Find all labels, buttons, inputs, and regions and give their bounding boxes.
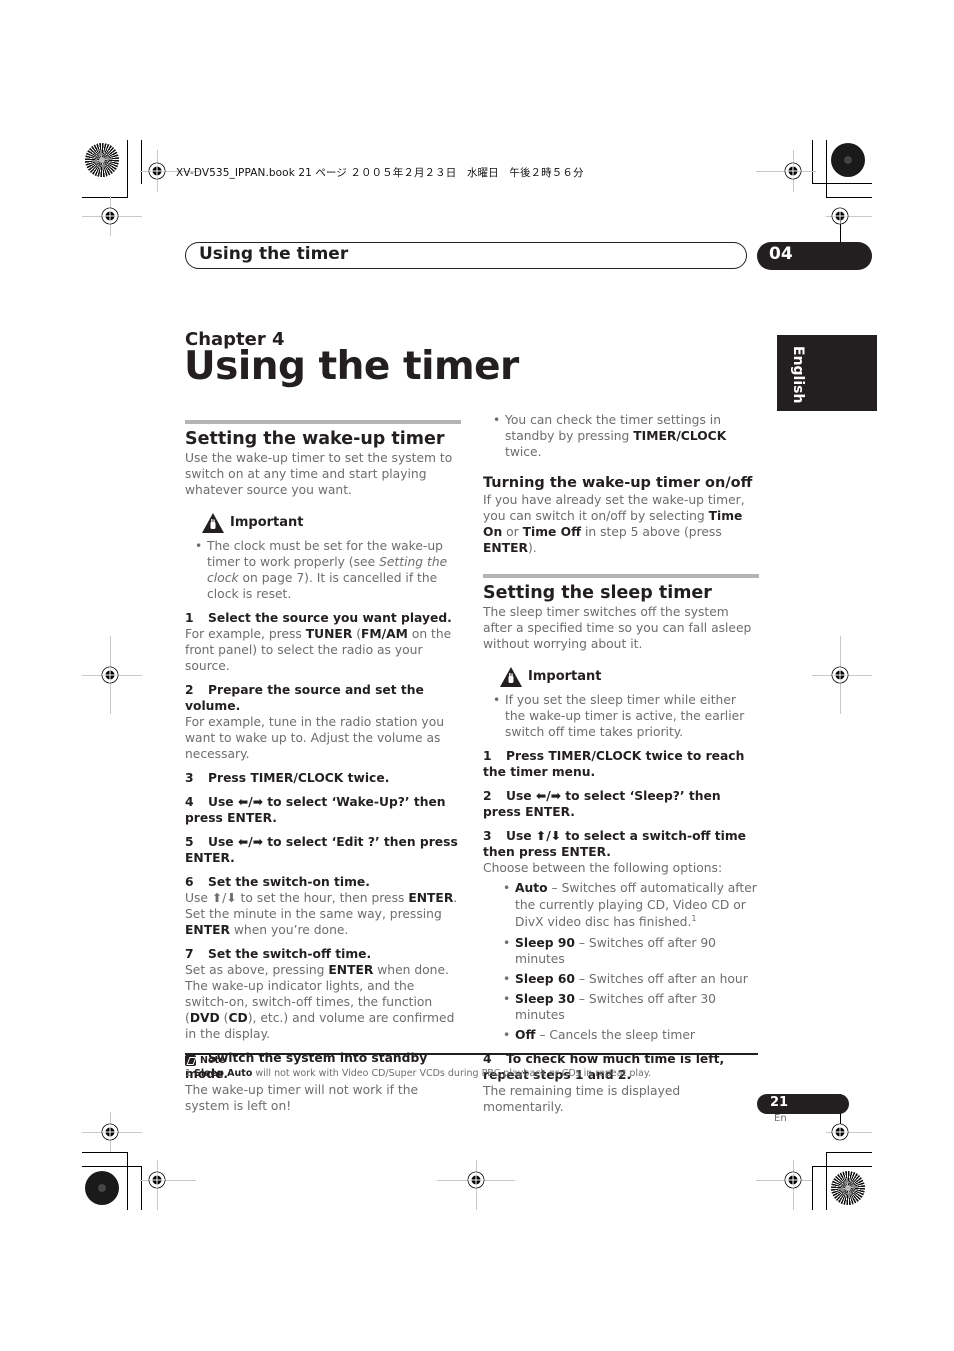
footnote-ref[interactable]: 1: [691, 914, 696, 923]
step-heading: 4 Use ⬅/➡ to select ‘Wake-Up?’ then press…: [185, 794, 461, 826]
step-heading: 6 Set the switch-on time.: [185, 874, 461, 890]
print-slug: XV-DV535_IPPAN.book 21 ページ ２００５年２月２３日 水曜…: [176, 167, 584, 179]
registration-target-icon: [831, 207, 849, 225]
step-body: The wake-up timer will not work if the s…: [185, 1083, 419, 1113]
check-settings-bullet: You can check the timer settings in stan…: [483, 412, 759, 460]
footnote-rule: [185, 1053, 758, 1055]
color-bar-radial-icon: [85, 143, 119, 177]
step-title: Select the source you want played.: [208, 611, 452, 625]
step-heading: 3 Use ⬆/⬇ to select a switch-off time the…: [483, 828, 759, 860]
right-column: You can check the timer settings in stan…: [483, 412, 759, 1115]
step-title: Press TIMER/CLOCK twice.: [208, 771, 390, 785]
step-title: Set the switch-on time.: [208, 875, 370, 889]
step-number: 6: [185, 875, 194, 889]
step-title: Prepare the source and set the volume.: [185, 683, 424, 713]
step-body: Choose between the following options:: [483, 861, 723, 875]
registration-target-icon: [101, 207, 119, 225]
left-column: Setting the wake-up timer Use the wake-u…: [185, 420, 461, 1114]
step-number: 5: [185, 835, 194, 849]
step-heading: 2 Use ⬅/➡ to select ‘Sleep?’ then press E…: [483, 788, 759, 820]
color-bar-radial-icon: [831, 143, 865, 177]
step-body: For example, press TUNER (FM/AM on the f…: [185, 627, 452, 673]
language-tab-label: English: [790, 346, 806, 404]
footnote-text: 1 Sleep Auto will not work with Video CD…: [185, 1068, 652, 1079]
sleep-option-60: Sleep 60 – Switches off after an hour: [493, 971, 759, 987]
step-title: Use ⬆/⬇ to select a switch-off time then…: [483, 829, 747, 859]
step-heading: 3 Press TIMER/CLOCK twice.: [185, 770, 461, 786]
step-body: The remaining time is displayed momentar…: [483, 1084, 681, 1114]
step-body: Set as above, pressing ENTER when done. …: [185, 963, 455, 1041]
step-body: For example, tune in the radio station y…: [185, 715, 445, 761]
step-heading: 5 Use ⬅/➡ to select ‘Edit ?’ then press E…: [185, 834, 461, 866]
step-title: Use ⬅/➡ to select ‘Edit ?’ then press EN…: [185, 835, 458, 865]
on-off-body: If you have already set the wake-up time…: [483, 493, 745, 555]
section-heading-wake-up: Setting the wake-up timer: [185, 429, 445, 449]
important-bullet: If you set the sleep timer while either …: [483, 692, 759, 740]
registration-target-icon: [784, 162, 802, 180]
note-pencil-icon: [185, 1055, 196, 1066]
important-callout: Important: [201, 512, 461, 534]
important-callout: Important: [499, 666, 759, 688]
note-heading: Note: [185, 1055, 225, 1066]
step-title: Press TIMER/CLOCK twice to reach the tim…: [483, 749, 745, 779]
registration-target-icon: [831, 666, 849, 684]
sleep-intro: The sleep timer switches off the system …: [483, 605, 752, 651]
section-rule: [185, 420, 461, 424]
sleep-option-off: Off – Cancels the sleep timer: [493, 1027, 759, 1043]
step-number: 2: [483, 789, 492, 803]
step-title: Use ⬅/➡ to select ‘Wake-Up?’ then press …: [185, 795, 446, 825]
registration-target-icon: [831, 1123, 849, 1141]
running-header-title: Using the timer: [199, 244, 349, 264]
registration-target-icon: [784, 1171, 802, 1189]
important-bullet: The clock must be set for the wake-up ti…: [185, 538, 461, 602]
step-number: 1: [185, 611, 194, 625]
sleep-option-30: Sleep 30 – Switches off after 30 minutes: [493, 991, 759, 1023]
step-heading: 1 Select the source you want played.: [185, 610, 461, 626]
warning-hand-icon: [500, 667, 522, 687]
page-title: Using the timer: [184, 344, 519, 389]
step-number: 4: [185, 795, 194, 809]
wake-up-intro: Use the wake-up timer to set the system …: [185, 451, 453, 497]
sleep-options-list: Auto – Switches off automatically after …: [483, 880, 759, 1043]
subsection-heading-on-off: Turning the wake-up timer on/off: [483, 475, 753, 491]
step-number: 3: [483, 829, 492, 843]
sleep-option-90: Sleep 90 – Switches off after 90 minutes: [493, 935, 759, 967]
important-label: Important: [528, 669, 602, 684]
section-heading-sleep: Setting the sleep timer: [483, 583, 712, 603]
warning-hand-icon: [202, 513, 224, 533]
registration-target-icon: [148, 1171, 166, 1189]
bullet-text: on page 7). It is cancelled if the clock…: [207, 571, 438, 601]
step-number: 7: [185, 947, 194, 961]
step-title: Set the switch-off time.: [208, 947, 372, 961]
sleep-option-auto: Auto – Switches off automatically after …: [493, 880, 759, 931]
registration-target-icon: [467, 1171, 485, 1189]
important-label: Important: [230, 515, 304, 530]
step-heading: 1 Press TIMER/CLOCK twice to reach the ti…: [483, 748, 759, 780]
page-number: 21: [770, 1095, 789, 1110]
color-bar-radial-icon: [831, 1171, 865, 1205]
step-number: 3: [185, 771, 194, 785]
step-number: 2: [185, 683, 194, 697]
page-language-code: En: [774, 1113, 787, 1124]
step-body: Use ⬆/⬇ to set the hour, then press ENTE…: [185, 891, 458, 937]
step-number: 1: [483, 749, 492, 763]
section-rule: [483, 574, 759, 578]
registration-target-icon: [101, 666, 119, 684]
note-label: Note: [200, 1055, 226, 1066]
step-heading: 7 Set the switch-off time.: [185, 946, 461, 962]
registration-target-icon: [148, 162, 166, 180]
color-bar-radial-icon: [85, 1171, 119, 1205]
registration-target-icon: [101, 1123, 119, 1141]
step-heading: 2 Prepare the source and set the volume.: [185, 682, 461, 714]
step-title: Use ⬅/➡ to select ‘Sleep?’ then press EN…: [483, 789, 721, 819]
chapter-number: 04: [769, 244, 793, 264]
